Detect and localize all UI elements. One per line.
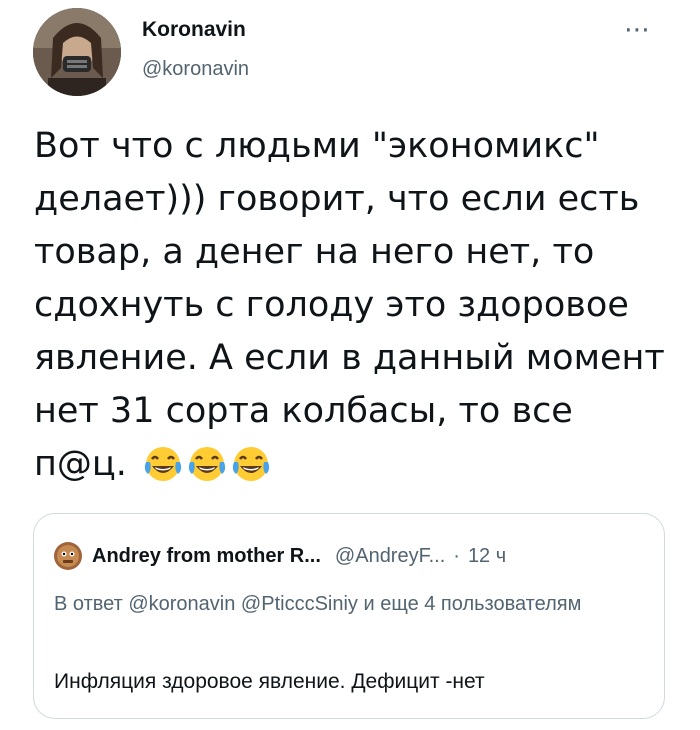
face-with-tears-of-joy-icon bbox=[232, 447, 270, 481]
tweet-author[interactable]: Koronavin @koronavin bbox=[142, 18, 249, 81]
quoted-tweet-header: Andrey from mother R... @AndreyF... · 12… bbox=[54, 542, 506, 570]
more-options-icon[interactable]: ⋯ bbox=[624, 17, 651, 43]
tweet-body: Вот что с людьми "экономикс" делает))) г… bbox=[34, 120, 674, 491]
reply-prefix: В ответ bbox=[54, 593, 123, 615]
quoted-timestamp[interactable]: 12 ч bbox=[468, 545, 506, 568]
quoted-author-avatar[interactable] bbox=[54, 542, 82, 570]
author-display-name[interactable]: Koronavin bbox=[142, 18, 249, 42]
quoted-author-handle[interactable]: @AndreyF... bbox=[335, 545, 445, 568]
author-avatar[interactable] bbox=[33, 8, 121, 96]
quoted-tweet-text: Инфляция здоровое явление. Дефицит -нет bbox=[54, 670, 485, 693]
reply-context: В ответ @koronavin @PticccSiniy и еще 4 … bbox=[54, 588, 614, 620]
reply-suffix: и еще 4 пользователям bbox=[363, 593, 582, 615]
face-with-tears-of-joy-icon bbox=[144, 447, 182, 481]
quoted-author-name[interactable]: Andrey from mother R... bbox=[92, 545, 321, 568]
separator-dot: · bbox=[453, 544, 460, 567]
emoji-group bbox=[142, 444, 272, 486]
mention-link[interactable]: @PticccSiniy bbox=[241, 593, 358, 615]
mention-link[interactable]: @koronavin bbox=[128, 593, 235, 615]
quoted-tweet[interactable]: Andrey from mother R... @AndreyF... · 12… bbox=[33, 513, 665, 719]
face-with-tears-of-joy-icon bbox=[188, 447, 226, 481]
tweet-text: Вот что с людьми "экономикс" делает))) г… bbox=[34, 126, 665, 484]
author-handle[interactable]: @koronavin bbox=[142, 58, 249, 81]
